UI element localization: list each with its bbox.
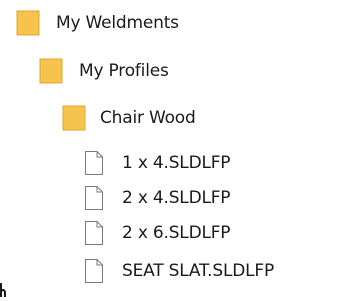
tree-item-label: My Profiles — [79, 61, 169, 81]
tree-item-label: Chair Wood — [100, 108, 196, 128]
file-tree: My Weldments My Profiles Chair Wood 1 x … — [0, 0, 349, 301]
tree-item-label: My Weldments — [56, 13, 179, 33]
tree-folder-my-profiles[interactable]: My Profiles — [39, 54, 169, 88]
folder-icon — [16, 10, 40, 36]
tree-file-seat-slat[interactable]: SEAT SLAT.SLDLFP — [84, 254, 274, 288]
tree-item-label: 1 x 4.SLDLFP — [122, 153, 231, 173]
tree-folder-my-weldments[interactable]: My Weldments — [16, 6, 179, 40]
tree-file-2x6[interactable]: 2 x 6.SLDLFP — [84, 216, 231, 250]
file-icon — [85, 151, 103, 175]
file-icon — [85, 221, 103, 245]
tree-folder-chair-wood[interactable]: Chair Wood — [62, 101, 196, 135]
tree-file-1x4[interactable]: 1 x 4.SLDLFP — [84, 146, 231, 180]
tree-item-label: 2 x 4.SLDLFP — [122, 188, 231, 208]
folder-icon — [39, 58, 63, 84]
tree-item-label: SEAT SLAT.SLDLFP — [122, 261, 275, 281]
tree-item-label: 2 x 6.SLDLFP — [122, 223, 231, 243]
file-icon — [85, 259, 103, 283]
folder-icon — [62, 105, 86, 131]
stray-mark-fragment — [0, 283, 6, 297]
tree-file-2x4[interactable]: 2 x 4.SLDLFP — [84, 181, 231, 215]
file-icon — [85, 186, 103, 210]
